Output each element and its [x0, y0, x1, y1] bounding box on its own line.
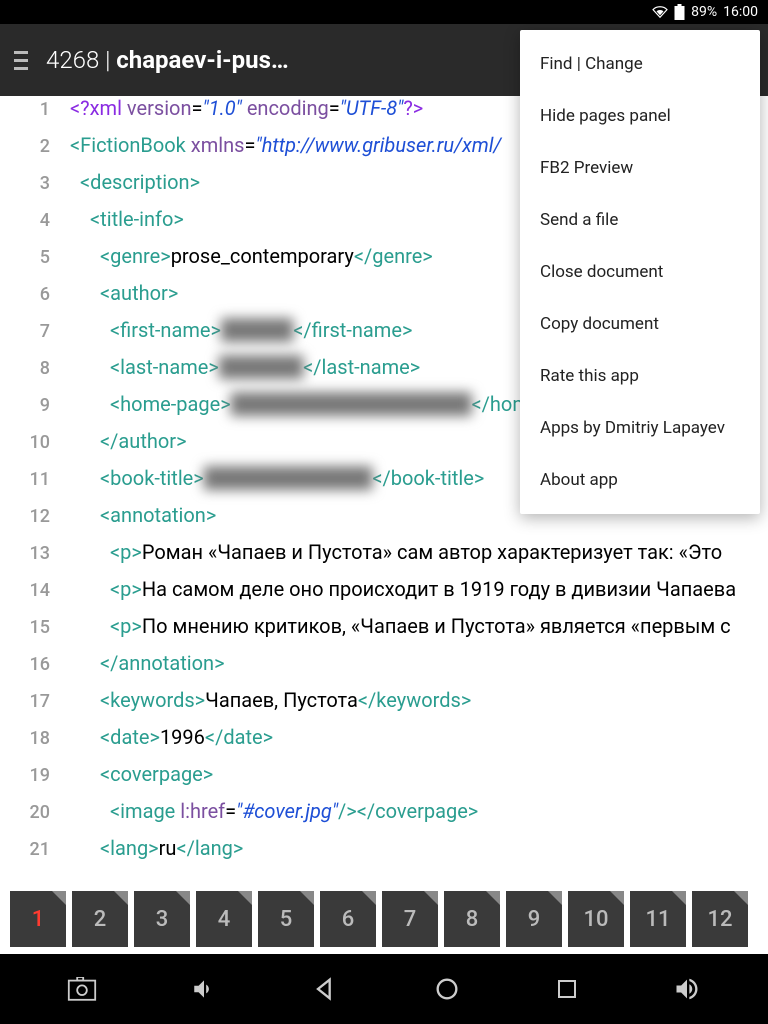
line-number: 2 — [0, 136, 70, 157]
code-line[interactable]: 19<coverpage> — [0, 762, 768, 799]
code-line[interactable]: 15<p>По мнению критиков, «Чапаев и Пусто… — [0, 614, 768, 651]
battery-icon — [674, 4, 685, 20]
line-number: 11 — [0, 469, 70, 490]
volume-down-icon[interactable] — [191, 976, 217, 1002]
line-number: 16 — [0, 654, 70, 675]
line-number: 21 — [0, 839, 70, 860]
code-content: <p>На самом деле оно происходит в 1919 г… — [70, 577, 768, 601]
line-number: 12 — [0, 506, 70, 527]
line-number: 14 — [0, 580, 70, 601]
line-number: 7 — [0, 321, 70, 342]
line-number: 1 — [0, 99, 70, 120]
line-number: 15 — [0, 617, 70, 638]
code-content: <p>По мнению критиков, «Чапаев и Пустота… — [70, 614, 768, 638]
line-number: 9 — [0, 395, 70, 416]
line-number: 10 — [0, 432, 70, 453]
recent-icon[interactable] — [555, 977, 579, 1001]
code-content: <image l:href="#cover.jpg"/></coverpage> — [70, 799, 768, 823]
page-tab-4[interactable]: 4 — [196, 891, 252, 947]
line-number: 17 — [0, 691, 70, 712]
line-number: 19 — [0, 765, 70, 786]
code-line[interactable]: 13<p>Роман «Чапаев и Пустота» сам автор … — [0, 540, 768, 577]
page-tab-2[interactable]: 2 — [72, 891, 128, 947]
menu-item[interactable]: About app — [520, 454, 760, 506]
code-content: <date>1996</date> — [70, 725, 768, 749]
volume-up-icon[interactable] — [673, 975, 701, 1003]
page-tab-9[interactable]: 9 — [506, 891, 562, 947]
system-nav-bar — [0, 954, 768, 1024]
code-content: </annotation> — [70, 651, 768, 675]
menu-item[interactable]: Rate this app — [520, 350, 760, 402]
page-tab-10[interactable]: 10 — [568, 891, 624, 947]
code-line[interactable]: 20<image l:href="#cover.jpg"/></coverpag… — [0, 799, 768, 836]
line-number: 3 — [0, 173, 70, 194]
back-icon[interactable] — [311, 975, 339, 1003]
wifi-icon — [652, 5, 668, 19]
page-tab-8[interactable]: 8 — [444, 891, 500, 947]
code-line[interactable]: 17<keywords>Чапаев, Пустота</keywords> — [0, 688, 768, 725]
page-tab-11[interactable]: 11 — [630, 891, 686, 947]
code-line[interactable]: 18<date>1996</date> — [0, 725, 768, 762]
page-tab-7[interactable]: 7 — [382, 891, 438, 947]
page-tab-1[interactable]: 1 — [10, 891, 66, 947]
menu-icon[interactable] — [14, 51, 28, 70]
menu-item[interactable]: Send a file — [520, 194, 760, 246]
page-tab-12[interactable]: 12 — [692, 891, 748, 947]
line-number: 5 — [0, 247, 70, 268]
menu-item[interactable]: Apps by Dmitriy Lapayev — [520, 402, 760, 454]
menu-item[interactable]: Copy document — [520, 298, 760, 350]
page-tab-6[interactable]: 6 — [320, 891, 376, 947]
document-title: 4268 | chapaev-i-pus… — [46, 46, 289, 74]
code-content: <lang>ru</lang> — [70, 836, 768, 860]
line-number: 13 — [0, 543, 70, 564]
line-number: 18 — [0, 728, 70, 749]
overflow-menu: Find | ChangeHide pages panelFB2 Preview… — [520, 30, 760, 514]
home-icon[interactable] — [433, 975, 461, 1003]
camera-icon[interactable] — [67, 977, 97, 1001]
line-number: 4 — [0, 210, 70, 231]
code-content: <keywords>Чапаев, Пустота</keywords> — [70, 688, 768, 712]
menu-item[interactable]: Find | Change — [520, 38, 760, 90]
menu-item[interactable]: FB2 Preview — [520, 142, 760, 194]
pages-panel: 123456789101112 — [0, 884, 768, 954]
battery-percent: 89% — [691, 4, 717, 20]
line-number: 8 — [0, 358, 70, 379]
clock: 16:00 — [723, 4, 758, 20]
line-number: 6 — [0, 284, 70, 305]
code-line[interactable]: 21<lang>ru</lang> — [0, 836, 768, 873]
code-content: <coverpage> — [70, 762, 768, 786]
page-tab-3[interactable]: 3 — [134, 891, 190, 947]
menu-item[interactable]: Hide pages panel — [520, 90, 760, 142]
menu-item[interactable]: Close document — [520, 246, 760, 298]
line-number: 20 — [0, 802, 70, 823]
code-content: <p>Роман «Чапаев и Пустота» сам автор ха… — [70, 540, 768, 564]
code-line[interactable]: 14<p>На самом деле оно происходит в 1919… — [0, 577, 768, 614]
page-tab-5[interactable]: 5 — [258, 891, 314, 947]
code-line[interactable]: 16</annotation> — [0, 651, 768, 688]
status-bar: 89% 16:00 — [0, 0, 768, 24]
